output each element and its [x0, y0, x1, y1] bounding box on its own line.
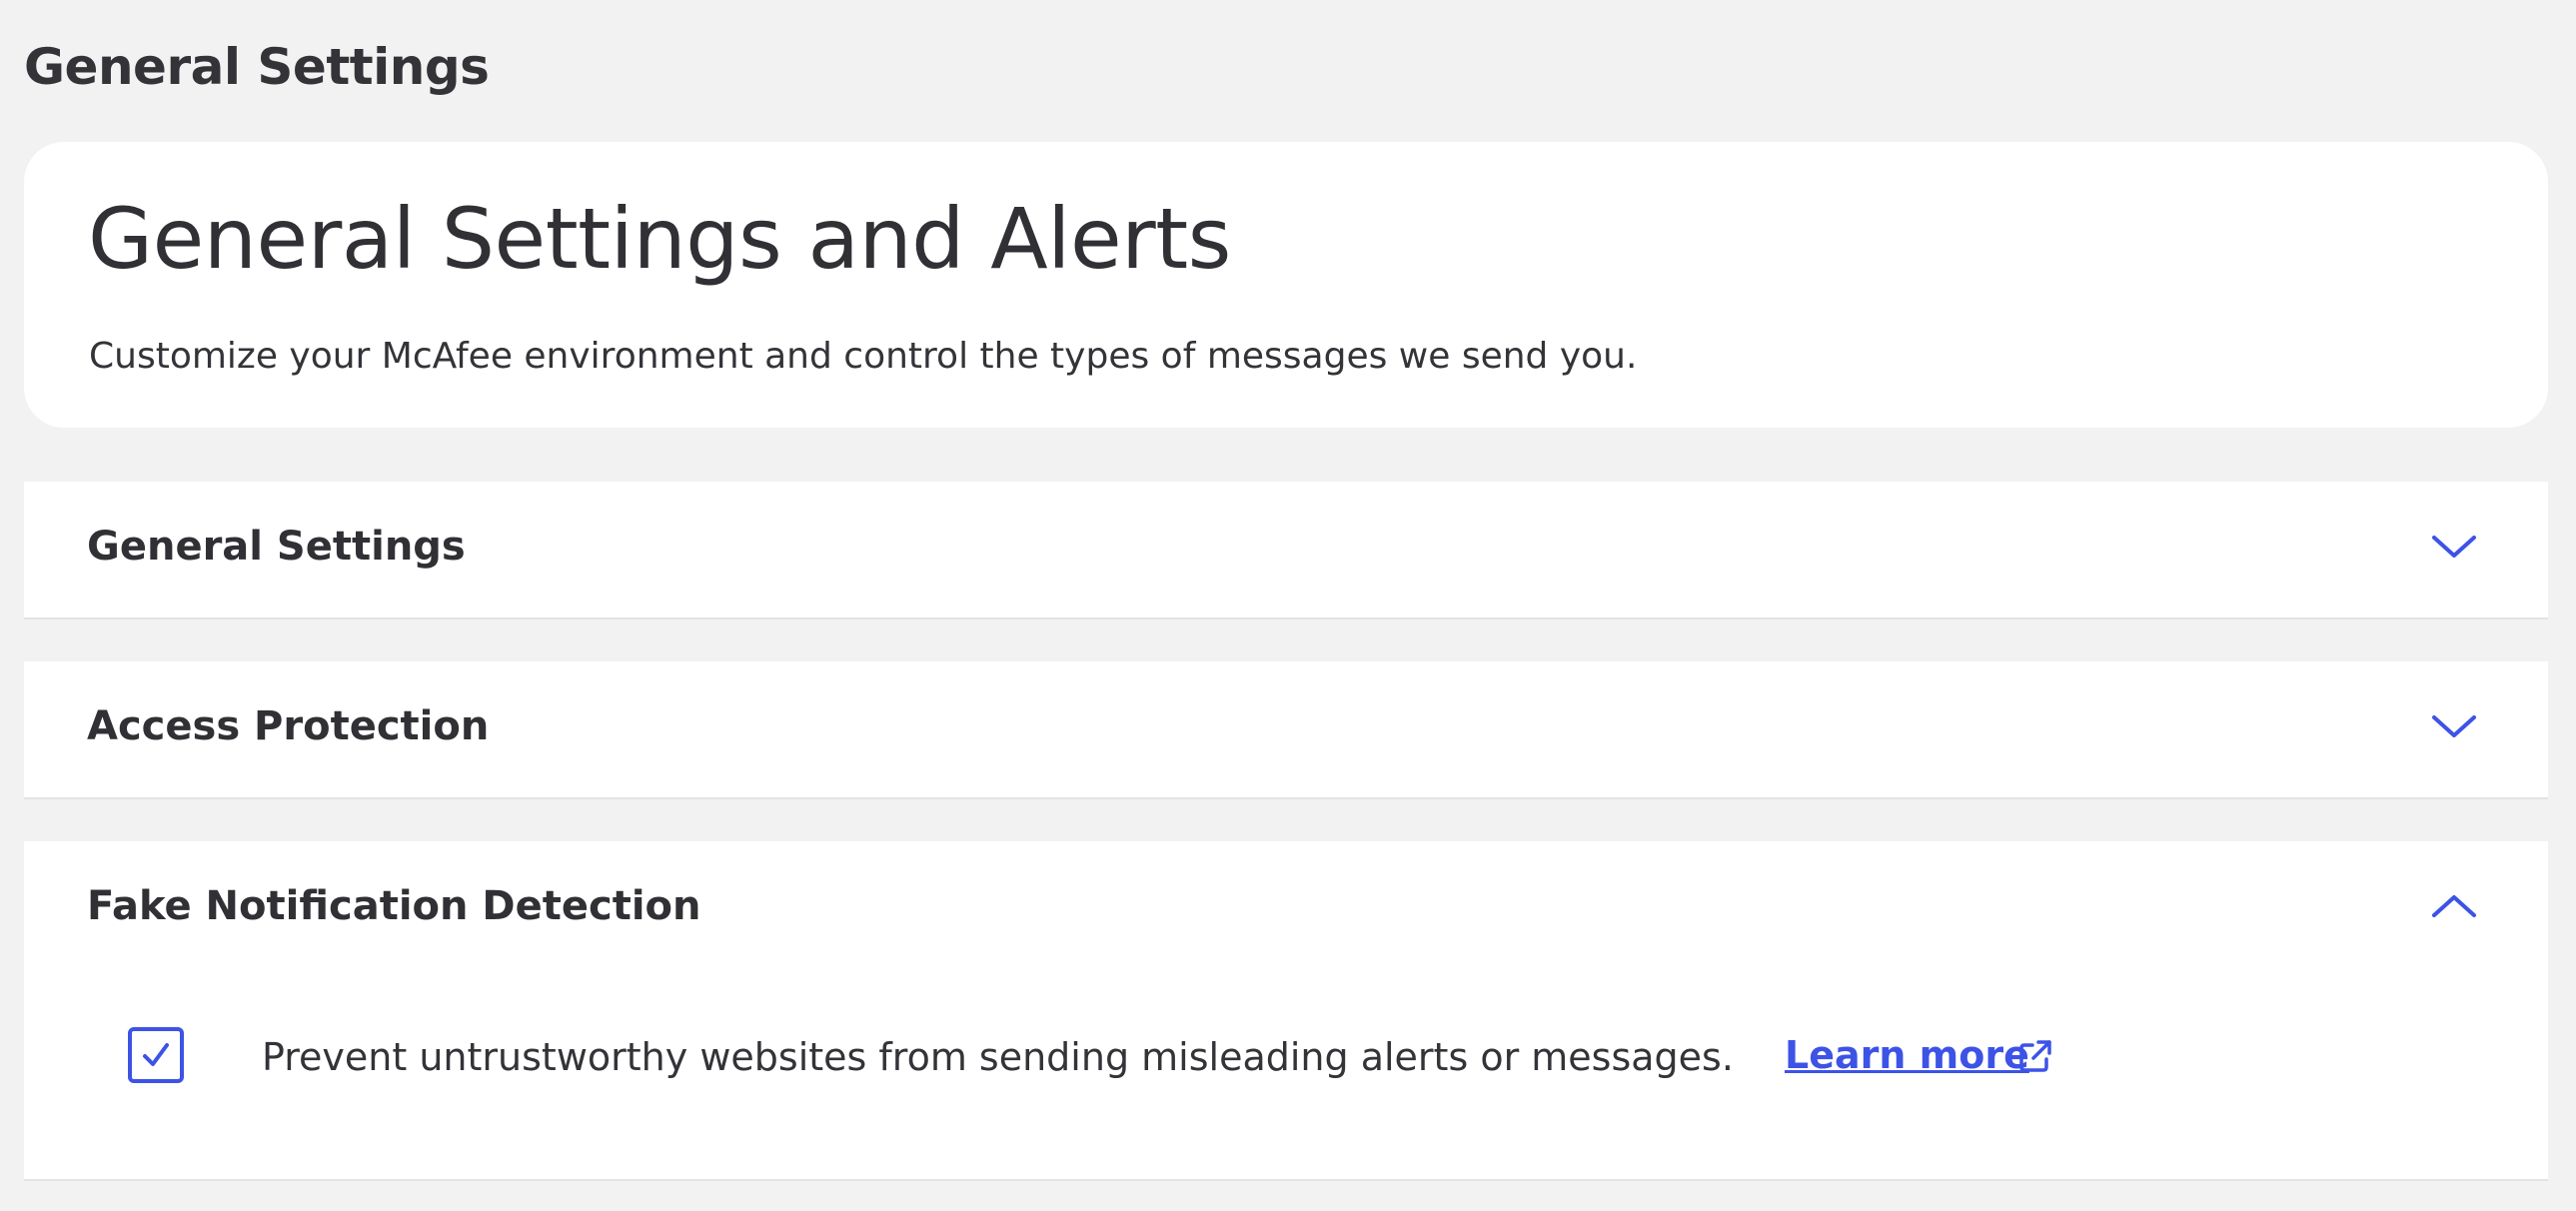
section-fake-notification-detection-header[interactable]: Fake Notification Detection [24, 841, 2548, 975]
page-title: General Settings [24, 38, 490, 96]
chevron-down-icon[interactable] [2430, 532, 2478, 562]
section-general-settings: General Settings [24, 482, 2548, 619]
hero-title: General Settings and Alerts [88, 190, 1231, 288]
hero-subtitle: Customize your McAfee environment and co… [89, 336, 1638, 377]
option-label: Prevent untrustworthy websites from send… [262, 1035, 1734, 1079]
section-access-protection: Access Protection [24, 661, 2548, 799]
section-fake-notification-detection-title: Fake Notification Detection [87, 883, 701, 929]
chevron-down-icon[interactable] [2430, 711, 2478, 741]
prevent-misleading-alerts-checkbox[interactable] [128, 1027, 184, 1083]
section-general-settings-header[interactable]: General Settings [24, 482, 2548, 615]
section-fake-notification-detection: Fake Notification Detection Prevent untr… [24, 841, 2548, 1181]
section-general-settings-title: General Settings [87, 524, 466, 570]
learn-more-link[interactable]: Learn more [1785, 1033, 2029, 1077]
chevron-up-icon[interactable] [2430, 891, 2478, 921]
section-access-protection-title: Access Protection [87, 703, 490, 749]
section-access-protection-header[interactable]: Access Protection [24, 661, 2548, 795]
checkmark-icon [143, 1043, 169, 1066]
fake-notification-option: Prevent untrustworthy websites from send… [128, 1027, 2426, 1091]
external-link-icon[interactable] [2016, 1037, 2054, 1075]
hero-card: General Settings and Alerts Customize yo… [24, 142, 2548, 428]
